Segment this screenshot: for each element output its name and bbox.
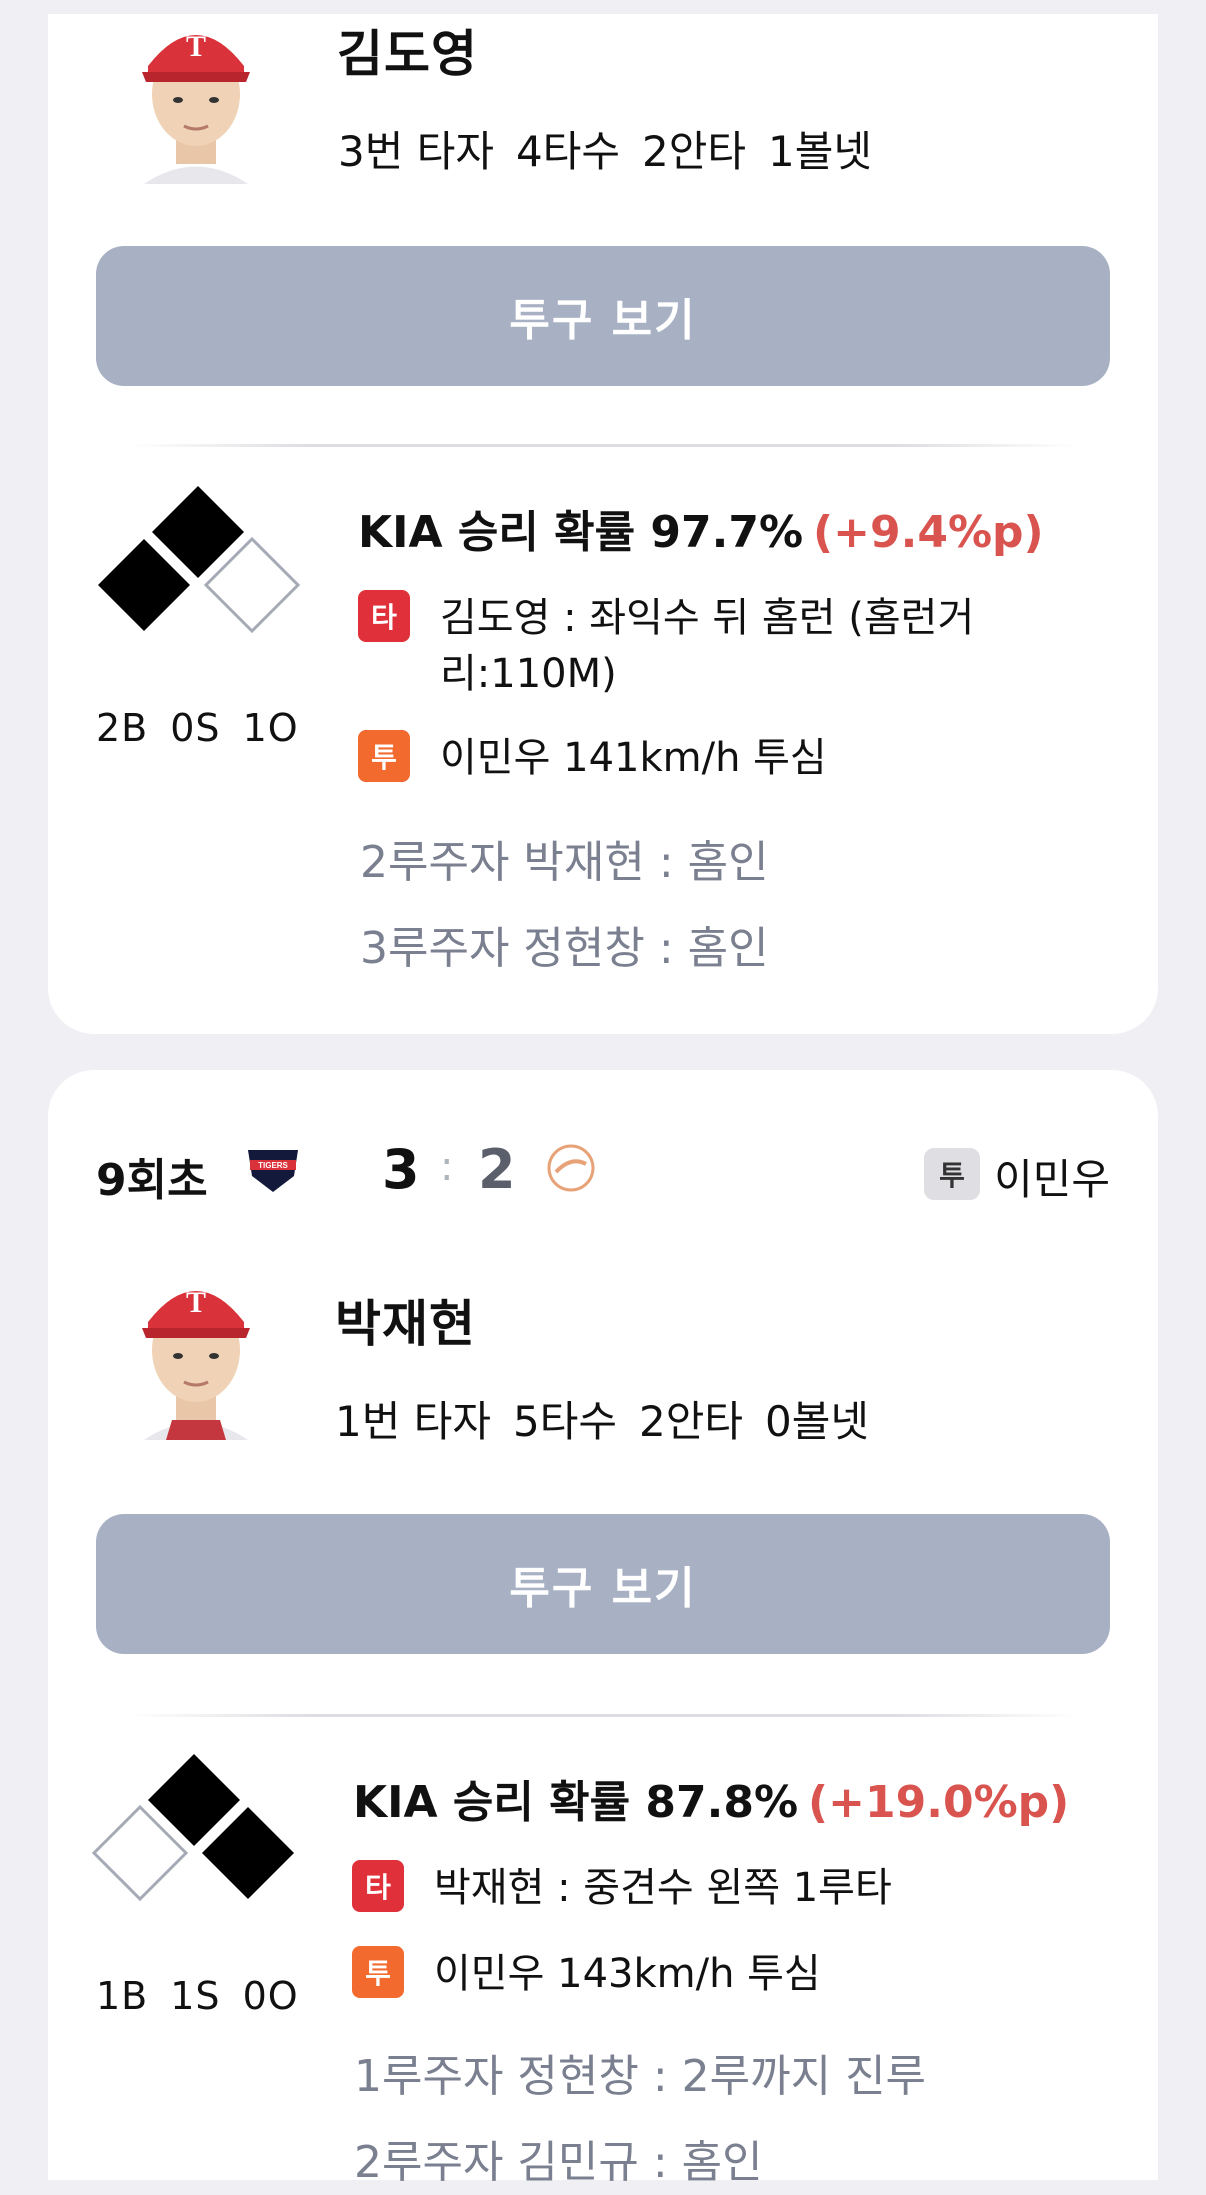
batting-order: 1번 타자 [335, 1397, 491, 1446]
ball-strike-out-count: 2B 0S 1O [96, 706, 321, 750]
strike-count: 0S [170, 706, 221, 750]
home-score: 3 [382, 1138, 420, 1201]
win-probability-text: KIA 승리 확률 87.8% [353, 1777, 799, 1828]
win-probability: KIA 승리 확률 87.8% (+19.0%p) [353, 1766, 1069, 1830]
runner-result: 3루주자 정현창 : 홈인 [360, 923, 769, 974]
out-count: 0O [242, 1974, 299, 2018]
play-card: 9회초 TIGERS 3 : 2 투 이민우 T 박재현 1번 타자 5타수 2안타… [48, 1070, 1158, 2188]
win-probability: KIA 승리 확률 97.7% (+9.4%p) [358, 496, 1044, 560]
score-separator: : [440, 1144, 454, 1190]
pitcher-event-text: 이민우 143km/h 투심 [434, 1951, 821, 1997]
pitcher-name: 이민우 [994, 1155, 1110, 1204]
batter-event: 타 박재현 : 중견수 왼쪽 1루타 [352, 1860, 992, 1916]
play-card: T 김도영 3번 타자 4타수 2안타 1볼넷 투구 보기 2B 0S 1O KIA 승리… [48, 14, 1158, 1034]
base-diamond-icon [98, 486, 301, 634]
pitcher-event: 투 이민우 141km/h 투심 [358, 730, 998, 786]
out-count: 1O [242, 706, 299, 750]
win-probability-text: KIA 승리 확률 97.7% [358, 507, 804, 558]
divider [128, 444, 1078, 447]
inning-label: 9회초 [96, 1155, 208, 1206]
batter-tag: 타 [352, 1860, 404, 1912]
divider [128, 1714, 1078, 1717]
hits: 2안타 [642, 127, 747, 176]
svg-text:T: T [186, 30, 206, 63]
base-diamond-icon [91, 1754, 294, 1902]
player-stats: 1번 타자 5타수 2안타 0볼넷 [335, 1388, 891, 1449]
win-probability-delta: (+9.4%p) [813, 507, 1044, 558]
view-pitches-button[interactable]: 투구 보기 [96, 1514, 1110, 1654]
eagles-logo-icon [547, 1144, 595, 1192]
ball-count: 1B [96, 1974, 149, 2018]
strike-count: 1S [170, 1974, 221, 2018]
svg-text:T: T [186, 1286, 206, 1319]
batter-event-text: 박재현 : 중견수 왼쪽 1루타 [434, 1865, 892, 1911]
at-bats: 4타수 [516, 127, 621, 176]
player-avatar-icon: T [142, 1286, 250, 1440]
pitcher-badge: 투 [924, 1148, 980, 1200]
batting-order: 3번 타자 [338, 127, 494, 176]
win-probability-delta: (+19.0%p) [808, 1777, 1070, 1828]
pitcher-tag: 투 [358, 730, 410, 782]
player-stats: 3번 타자 4타수 2안타 1볼넷 [338, 118, 894, 179]
at-bats: 5타수 [513, 1397, 618, 1446]
runner-result: 1루주자 정현창 : 2루까지 진루 [354, 2051, 927, 2102]
view-pitches-button[interactable]: 투구 보기 [96, 246, 1110, 386]
player-name: 김도영 [337, 25, 478, 83]
inning-header: 9회초 TIGERS 3 : 2 투 이민우 [96, 1130, 1110, 1210]
walks: 1볼넷 [768, 127, 873, 176]
ball-strike-out-count: 1B 1S 0O [96, 1974, 321, 2018]
tigers-logo-icon: TIGERS [248, 1150, 298, 1192]
player-name: 박재현 [335, 1295, 476, 1353]
runner-result: 2루주자 김민규 : 홈인 [354, 2137, 763, 2188]
player-avatar-icon: T [142, 30, 250, 184]
runner-result: 2루주자 박재현 : 홈인 [360, 837, 769, 888]
walks: 0볼넷 [765, 1397, 870, 1446]
pitcher-tag: 투 [352, 1946, 404, 1998]
ball-count: 2B [96, 706, 149, 750]
svg-text:TIGERS: TIGERS [258, 1161, 288, 1170]
batter-event-text: 김도영 : 좌익수 뒤 홈런 (홈런거리:110M) [440, 595, 975, 697]
batter-tag: 타 [358, 590, 410, 642]
batter-event: 타 김도영 : 좌익수 뒤 홈런 (홈런거리:110M) [358, 590, 998, 702]
pitcher-event: 투 이민우 143km/h 투심 [352, 1946, 992, 2002]
hits: 2안타 [639, 1397, 744, 1446]
pitcher-event-text: 이민우 141km/h 투심 [440, 735, 827, 781]
away-score: 2 [478, 1138, 516, 1201]
